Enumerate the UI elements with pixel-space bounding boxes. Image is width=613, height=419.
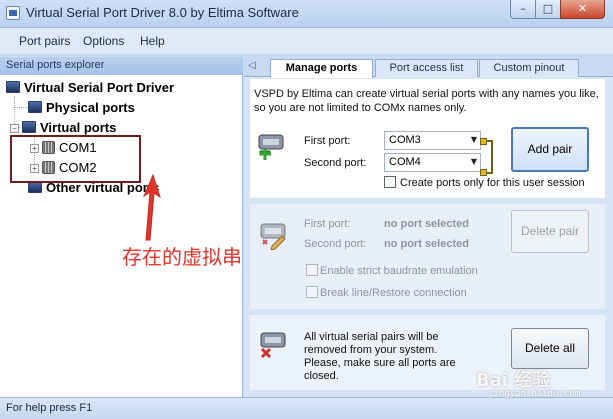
delete-pair-button[interactable]: Delete pair: [511, 210, 589, 253]
menu-port-pairs[interactable]: Port pairs: [19, 34, 70, 48]
title-bar: Virtual Serial Port Driver 8.0 by Eltima…: [0, 0, 613, 28]
delete-all-section: All virtual serial pairs will be removed…: [250, 315, 605, 390]
tab-manage-ports[interactable]: Manage ports: [270, 59, 373, 78]
tree-virtual-label: Virtual ports: [40, 120, 117, 135]
first-port-label: First port:: [304, 135, 351, 147]
collapse-icon[interactable]: −: [10, 124, 19, 133]
tree-virtual-ports[interactable]: − Virtual ports: [10, 120, 116, 135]
delete-second-port-value: no port selected: [384, 238, 469, 250]
status-bar: For help press F1: [0, 397, 613, 419]
add-pair-icon: [258, 134, 284, 160]
tab-strip: ◁ Manage ports Port access list Custom p…: [244, 57, 613, 78]
delete-first-port-value: no port selected: [384, 218, 469, 230]
window-title: Virtual Serial Port Driver 8.0 by Eltima…: [26, 5, 299, 20]
tab-scroll-left-icon[interactable]: ◁: [248, 60, 256, 71]
folder-icon: [28, 101, 42, 113]
tree-line: [14, 107, 28, 108]
delete-all-button[interactable]: Delete all: [511, 328, 589, 369]
user-session-label: Create ports only for this user session: [400, 177, 585, 189]
break-line-checkbox[interactable]: [306, 286, 318, 298]
second-port-select[interactable]: COM4: [384, 153, 481, 172]
strict-baudrate-checkbox[interactable]: [306, 264, 318, 276]
tab-port-access-list[interactable]: Port access list: [375, 59, 478, 77]
computer-icon: [6, 81, 20, 93]
tree-root-label: Virtual Serial Port Driver: [24, 80, 175, 95]
edit-pair-icon: [260, 223, 286, 250]
maximize-button[interactable]: □: [535, 0, 561, 19]
explorer-header: Serial ports explorer: [0, 57, 243, 75]
watermark-url: jingyan.baidu.com: [488, 389, 581, 399]
manage-panel: ◁ Manage ports Port access list Custom p…: [244, 57, 613, 397]
tree-root[interactable]: Virtual Serial Port Driver: [6, 80, 174, 95]
pair-link-bracket: [480, 138, 493, 176]
app-icon: [6, 6, 20, 20]
tab-custom-pinout[interactable]: Custom pinout: [479, 59, 579, 77]
folder-icon: [22, 121, 36, 133]
menu-help[interactable]: Help: [140, 34, 165, 48]
tree-physical-ports[interactable]: Physical ports: [28, 100, 135, 115]
menu-bar: Port pairs Options Help: [0, 28, 613, 54]
strict-baudrate-label: Enable strict baudrate emulation: [320, 265, 478, 277]
delete-second-port-label: Second port:: [304, 238, 367, 250]
annotation-text: 存在的虚拟串口: [122, 245, 262, 269]
menu-options[interactable]: Options: [83, 34, 124, 48]
annotation-highlight-box: [10, 135, 141, 183]
delete-all-description: All virtual serial pairs will be removed…: [304, 331, 456, 382]
delete-all-icon: [260, 332, 286, 359]
close-button[interactable]: ✕: [560, 0, 605, 19]
first-port-select[interactable]: COM3: [384, 131, 481, 150]
create-description: VSPD by Eltima can create virtual serial…: [254, 88, 599, 114]
create-pair-section: VSPD by Eltima can create virtual serial…: [250, 79, 605, 198]
minimize-button[interactable]: –: [510, 0, 536, 19]
user-session-checkbox[interactable]: [384, 176, 396, 188]
delete-pair-section: First port: no port selected Second port…: [250, 204, 605, 309]
add-pair-button[interactable]: Add pair: [511, 127, 589, 172]
second-port-label: Second port:: [304, 157, 367, 169]
tree-physical-label: Physical ports: [46, 100, 135, 115]
break-line-label: Break line/Restore connection: [320, 287, 467, 299]
delete-first-port-label: First port:: [304, 218, 351, 230]
